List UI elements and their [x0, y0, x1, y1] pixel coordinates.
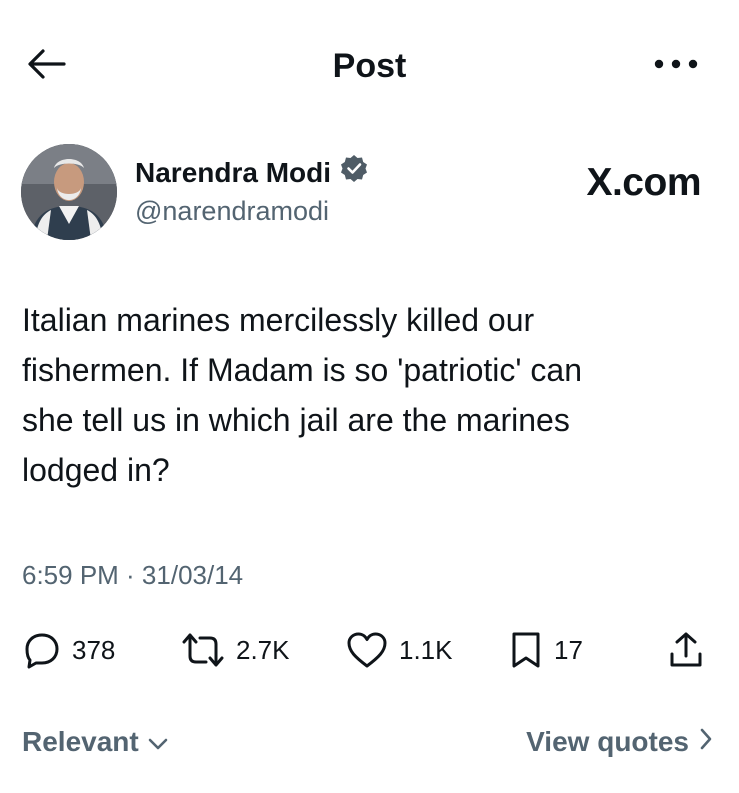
post-timestamp[interactable]: 6:59 PM · 31/03/14	[22, 558, 243, 592]
author-name[interactable]: Narendra Modi	[135, 153, 369, 192]
heart-icon	[345, 630, 389, 670]
site-watermark: X.com	[586, 161, 701, 204]
repost-icon	[180, 630, 226, 670]
post-text: Italian marines mercilessly killed our f…	[22, 302, 582, 488]
chevron-right-icon	[699, 722, 713, 762]
view-quotes-link[interactable]: View quotes	[526, 722, 713, 762]
like-button[interactable]: 1.1K	[345, 624, 453, 676]
reply-icon	[22, 630, 62, 670]
verified-badge-icon	[339, 153, 369, 192]
bookmark-icon	[508, 630, 544, 670]
bookmark-count: 17	[554, 634, 583, 665]
reply-count: 378	[72, 634, 116, 665]
share-icon	[666, 630, 706, 670]
like-count: 1.1K	[399, 634, 453, 665]
repost-count: 2.7K	[236, 634, 290, 665]
page-title: Post	[332, 47, 407, 85]
author-name-text: Narendra Modi	[135, 156, 332, 188]
author-handle[interactable]: @narendramodi	[135, 193, 329, 229]
view-quotes-label: View quotes	[526, 726, 689, 757]
more-horizontal-icon	[653, 56, 699, 74]
top-bar: Post	[0, 0, 739, 130]
avatar[interactable]	[21, 144, 117, 240]
share-button[interactable]	[666, 624, 706, 676]
sort-label: Relevant	[22, 726, 139, 757]
more-options-button[interactable]	[651, 50, 701, 80]
sort-dropdown[interactable]: Relevant	[22, 722, 169, 762]
chevron-down-icon	[147, 722, 169, 762]
action-bar: 378 2.7K 1.1K 17	[0, 624, 739, 676]
reply-button[interactable]: 378	[22, 624, 115, 676]
post-page: Post Narendra Modi @narendramodi X.com I…	[0, 0, 739, 793]
bookmark-button[interactable]: 17	[508, 624, 583, 676]
repost-button[interactable]: 2.7K	[180, 624, 290, 676]
